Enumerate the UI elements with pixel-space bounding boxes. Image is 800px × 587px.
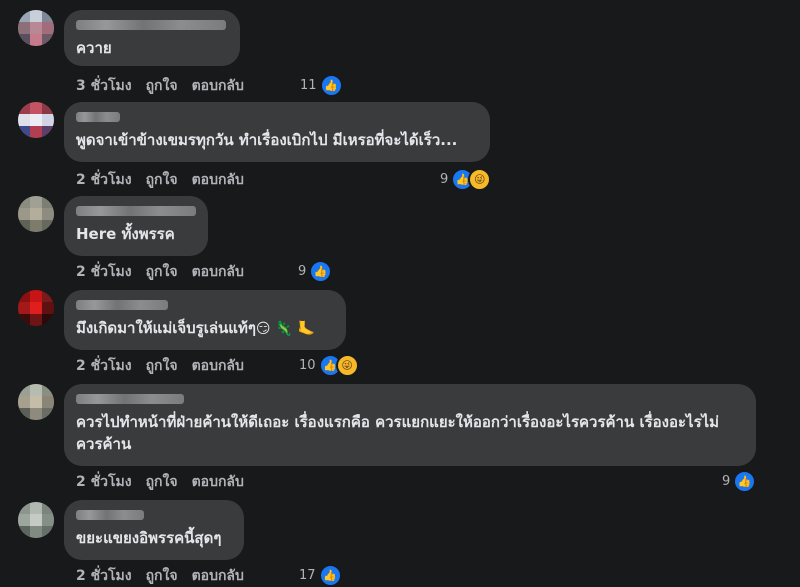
- comment-actions: 2 ชั่วโมง ถูกใจ ตอบกลับ: [76, 566, 244, 586]
- reaction-summary[interactable]: 9 👍 😜: [440, 168, 492, 191]
- emoji-sequence: 😏 🦎 🦶: [255, 321, 316, 337]
- reply-button[interactable]: ตอบกลับ: [192, 355, 244, 377]
- reaction-count: 9: [722, 474, 731, 489]
- reply-button[interactable]: ตอบกลับ: [192, 169, 244, 191]
- like-reaction-icon: 👍: [309, 260, 333, 283]
- reaction-summary[interactable]: 11 👍: [300, 74, 343, 97]
- reply-button[interactable]: ตอบกลับ: [192, 471, 244, 493]
- like-button[interactable]: ถูกใจ: [146, 75, 178, 97]
- comment-text: พูดจาเข้าข้างเขมรทุกวัน ทำเรื่องเบิกไป ม…: [76, 131, 458, 149]
- like-button[interactable]: ถูกใจ: [146, 169, 178, 191]
- reaction-count: 9: [298, 264, 307, 279]
- avatar[interactable]: [18, 196, 54, 232]
- comment-bubble: ควาย: [64, 10, 240, 66]
- like-button[interactable]: ถูกใจ: [146, 355, 178, 377]
- like-reaction-icon: 👍: [733, 470, 757, 493]
- like-button[interactable]: ถูกใจ: [146, 565, 178, 587]
- reply-button[interactable]: ตอบกลับ: [192, 565, 244, 587]
- comment-actions: 3 ชั่วโมง ถูกใจ ตอบกลับ: [76, 76, 244, 96]
- comment-actions: 2 ชั่วโมง ถูกใจ ตอบกลับ: [76, 170, 244, 190]
- avatar[interactable]: [18, 502, 54, 538]
- comment-text: ควรไปทำหน้าที่ฝ่ายค้านให้ดีเถอะ เรื่องแร…: [76, 413, 720, 453]
- comment-bubble: Here ทั้งพรรค: [64, 196, 208, 256]
- like-reaction-icon: 👍: [318, 564, 342, 587]
- commenter-name[interactable]: [76, 20, 226, 30]
- haha-reaction-icon: 😜: [468, 168, 492, 191]
- timestamp[interactable]: 2 ชั่วโมง: [76, 565, 132, 587]
- avatar[interactable]: [18, 290, 54, 326]
- reaction-summary[interactable]: 10 👍 😜: [299, 354, 359, 377]
- comment-bubble: ควรไปทำหน้าที่ฝ่ายค้านให้ดีเถอะ เรื่องแร…: [64, 384, 756, 466]
- reaction-count: 11: [300, 78, 317, 93]
- commenter-name[interactable]: [76, 206, 196, 216]
- comment-bubble: ขยะแขยงอิพรรคนี้สุดๆ: [64, 500, 244, 560]
- comment-text: Here ทั้งพรรค: [76, 225, 175, 243]
- timestamp[interactable]: 2 ชั่วโมง: [76, 355, 132, 377]
- reaction-count: 10: [299, 358, 316, 373]
- commenter-name[interactable]: [76, 394, 184, 404]
- comment-actions: 2 ชั่วโมง ถูกใจ ตอบกลับ: [76, 472, 244, 492]
- timestamp[interactable]: 2 ชั่วโมง: [76, 261, 132, 283]
- reaction-summary[interactable]: 17 👍: [299, 564, 342, 587]
- reply-button[interactable]: ตอบกลับ: [192, 261, 244, 283]
- commenter-name[interactable]: [76, 510, 144, 520]
- avatar[interactable]: [18, 384, 54, 420]
- commenter-name[interactable]: [76, 112, 120, 122]
- reaction-summary[interactable]: 9 👍: [722, 470, 757, 493]
- commenter-name[interactable]: [76, 300, 168, 310]
- comment-text-body: มึงเกิดมาให้แม่เจ็บรูเล่นแท้ๆ: [76, 319, 256, 337]
- like-reaction-icon: 👍: [319, 74, 343, 97]
- reaction-count: 17: [299, 568, 316, 583]
- like-button[interactable]: ถูกใจ: [146, 471, 178, 493]
- reaction-count: 9: [440, 172, 449, 187]
- avatar[interactable]: [18, 102, 54, 138]
- comment-bubble: พูดจาเข้าข้างเขมรทุกวัน ทำเรื่องเบิกไป ม…: [64, 102, 490, 162]
- like-button[interactable]: ถูกใจ: [146, 261, 178, 283]
- comment-actions: 2 ชั่วโมง ถูกใจ ตอบกลับ: [76, 262, 244, 282]
- comment-actions: 2 ชั่วโมง ถูกใจ ตอบกลับ: [76, 356, 244, 376]
- comment-text: มึงเกิดมาให้แม่เจ็บรูเล่นแท้ๆ😏 🦎 🦶: [76, 317, 334, 340]
- avatar[interactable]: [18, 10, 54, 46]
- timestamp[interactable]: 2 ชั่วโมง: [76, 471, 132, 493]
- timestamp[interactable]: 2 ชั่วโมง: [76, 169, 132, 191]
- timestamp[interactable]: 3 ชั่วโมง: [76, 75, 132, 97]
- comment-text: ขยะแขยงอิพรรคนี้สุดๆ: [76, 529, 222, 547]
- comment-bubble: มึงเกิดมาให้แม่เจ็บรูเล่นแท้ๆ😏 🦎 🦶: [64, 290, 346, 350]
- comment-text: ควาย: [76, 39, 112, 57]
- reply-button[interactable]: ตอบกลับ: [192, 75, 244, 97]
- reaction-summary[interactable]: 9 👍: [298, 260, 333, 283]
- haha-reaction-icon: 😜: [335, 354, 359, 377]
